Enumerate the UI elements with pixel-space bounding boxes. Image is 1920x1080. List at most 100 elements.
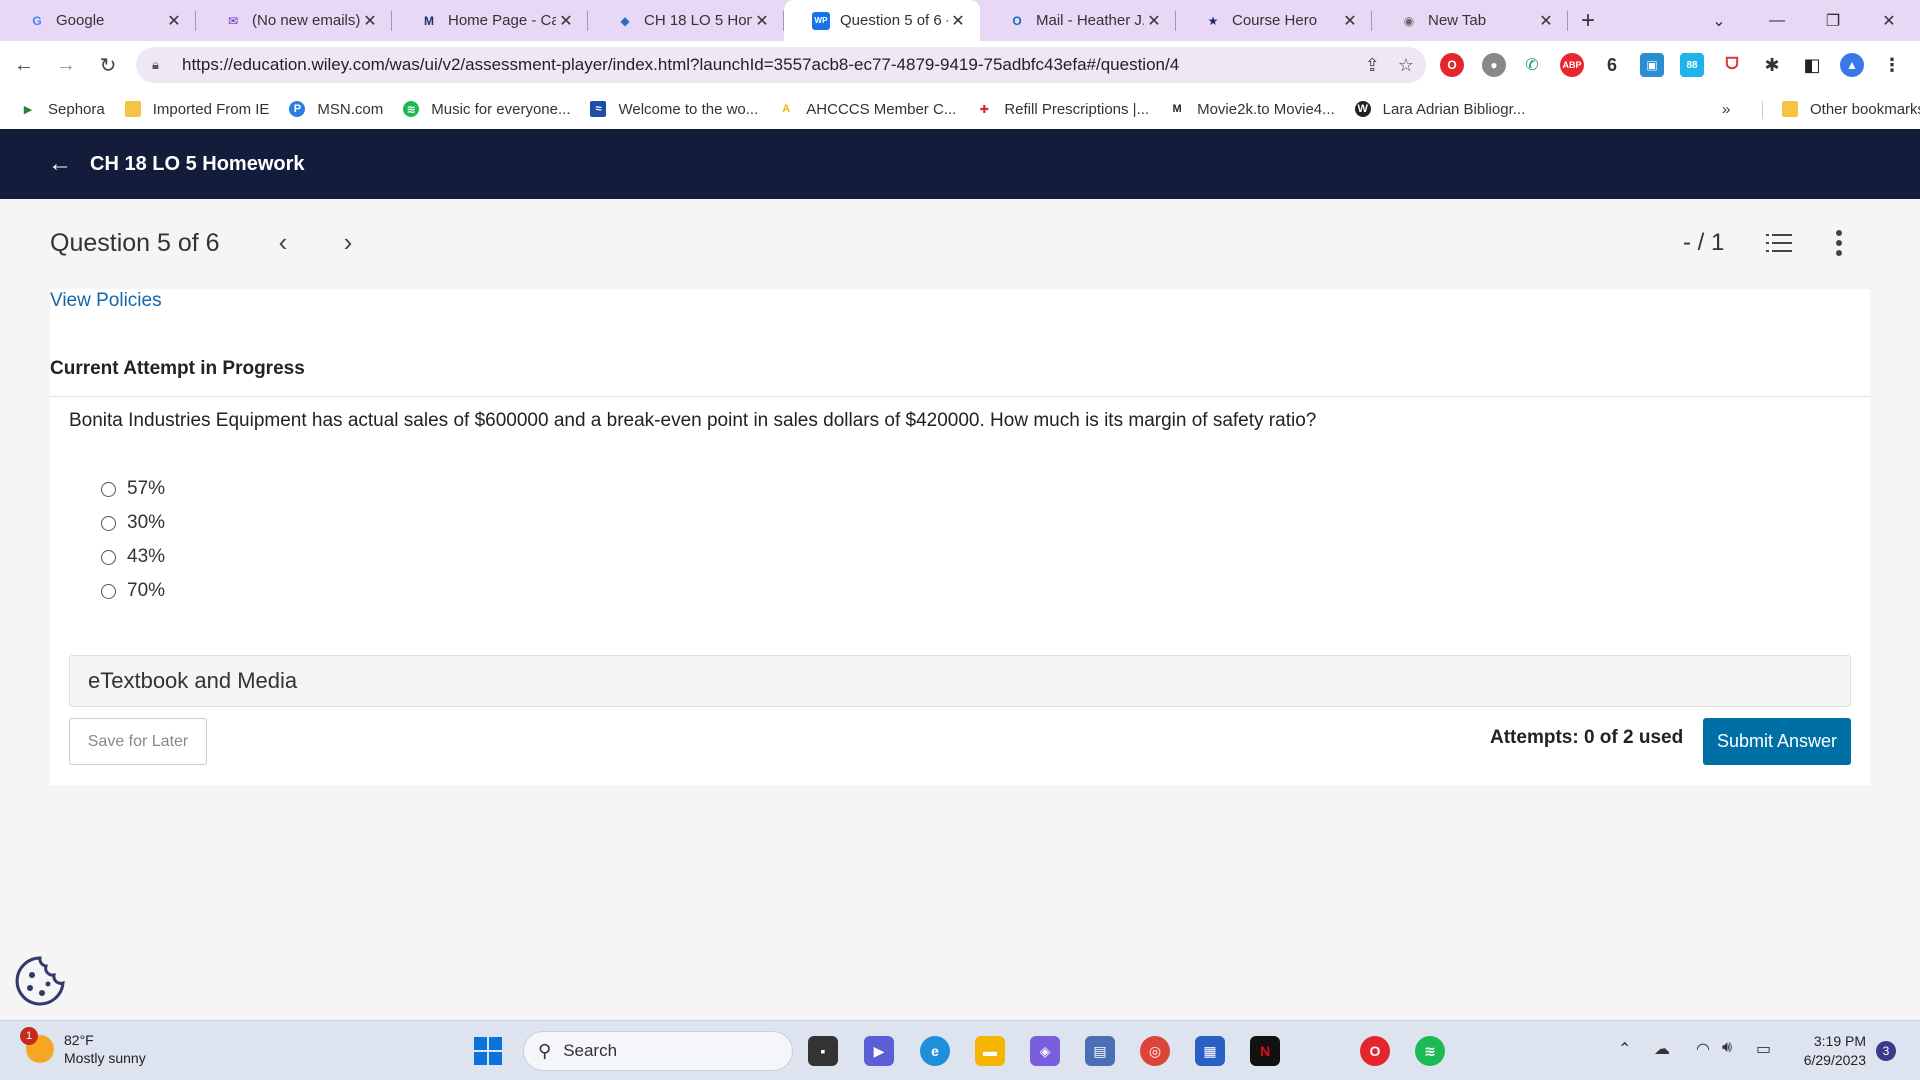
- clock-date: 6/29/2023: [1803, 1052, 1866, 1068]
- phone-extension-icon[interactable]: ✆: [1520, 53, 1544, 77]
- windows-start-icon[interactable]: [474, 1037, 502, 1065]
- file-explorer-icon[interactable]: ▬: [975, 1036, 1005, 1066]
- tab-search-icon[interactable]: ⌄: [1694, 0, 1744, 41]
- restore-button[interactable]: ❐: [1808, 0, 1858, 41]
- pocket-extension-icon[interactable]: ᗜ: [1720, 53, 1744, 77]
- bookmark-item[interactable]: ✚ Refill Prescriptions |...: [976, 101, 1149, 118]
- answer-option[interactable]: 30%: [101, 512, 165, 534]
- battery-icon[interactable]: ▭: [1756, 1039, 1771, 1059]
- edge-icon[interactable]: e: [920, 1036, 950, 1066]
- browser-tab[interactable]: ◆ CH 18 LO 5 Home✕: [588, 0, 784, 41]
- chrome-icon[interactable]: ◎: [1140, 1036, 1170, 1066]
- side-panel-icon[interactable]: ◧: [1800, 53, 1824, 77]
- pharmacy-icon: ✚: [979, 103, 989, 116]
- notification-badge[interactable]: 3: [1876, 1041, 1896, 1061]
- opera-icon[interactable]: O: [1360, 1036, 1390, 1066]
- submit-answer-button[interactable]: Submit Answer: [1703, 718, 1851, 765]
- tab-title: New Tab: [1428, 12, 1487, 29]
- answer-option[interactable]: 57%: [101, 478, 165, 500]
- question-list-icon[interactable]: [1766, 232, 1792, 254]
- bookmark-star-icon[interactable]: ☆: [1398, 55, 1414, 76]
- bookmark-item[interactable]: P MSN.com: [289, 101, 383, 118]
- system-clock[interactable]: 3:19 PM 6/29/2023: [1790, 1032, 1866, 1070]
- weather-widget[interactable]: 1 82°F Mostly sunny: [20, 1027, 146, 1067]
- previous-question-icon[interactable]: ‹: [268, 227, 298, 258]
- grid-extension-icon[interactable]: 88: [1680, 53, 1704, 77]
- answer-option[interactable]: 43%: [101, 546, 165, 568]
- printer-icon[interactable]: ▤: [1085, 1036, 1115, 1066]
- other-bookmarks[interactable]: Other bookmarks: [1782, 101, 1920, 118]
- new-tab-button[interactable]: +: [1568, 0, 1608, 41]
- bookmark-item[interactable]: ≈ Welcome to the wo...: [590, 101, 758, 118]
- radio-button[interactable]: [101, 515, 116, 531]
- ahcccs-icon: A: [782, 103, 791, 115]
- close-tab-icon[interactable]: ✕: [1340, 11, 1360, 31]
- radio-button[interactable]: [101, 481, 116, 497]
- minimize-button[interactable]: —: [1752, 0, 1802, 41]
- forward-arrow-icon[interactable]: →: [48, 47, 84, 83]
- close-tab-icon[interactable]: ✕: [1536, 11, 1556, 31]
- spotify-icon[interactable]: ≋: [1415, 1036, 1445, 1066]
- close-tab-icon[interactable]: ✕: [164, 11, 184, 31]
- wifi-icon[interactable]: ◠: [1696, 1039, 1710, 1059]
- browser-tab[interactable]: M Home Page - Can✕: [392, 0, 588, 41]
- globe-icon: ◉: [1403, 13, 1415, 28]
- more-options-icon[interactable]: [1835, 230, 1843, 256]
- windows-taskbar: 1 82°F Mostly sunny ⚲ Search ▪ ▶ e ▬ ◈ ▤…: [0, 1020, 1920, 1080]
- bookmark-item[interactable]: W Lara Adrian Bibliogr...: [1354, 101, 1525, 118]
- etextbook-media-section[interactable]: eTextbook and Media: [69, 655, 1851, 707]
- back-arrow-icon[interactable]: ←: [6, 47, 42, 83]
- tray-overflow-icon[interactable]: ⌃: [1618, 1039, 1631, 1059]
- save-for-later-button[interactable]: Save for Later: [69, 718, 207, 765]
- store-icon[interactable]: ▦: [1195, 1036, 1225, 1066]
- chrome-menu-icon[interactable]: ⋮: [1880, 53, 1904, 77]
- close-tab-icon[interactable]: ✕: [556, 11, 576, 31]
- next-question-icon[interactable]: ›: [333, 227, 363, 258]
- back-arrow-icon[interactable]: ←: [48, 150, 74, 178]
- attempt-status: Current Attempt in Progress: [50, 358, 305, 379]
- share-icon[interactable]: ⇪: [1365, 55, 1380, 76]
- task-view-icon[interactable]: ▪: [808, 1036, 838, 1066]
- bookmarks-overflow-icon[interactable]: »: [1722, 101, 1730, 118]
- radio-button[interactable]: [101, 549, 116, 565]
- view-policies-link[interactable]: View Policies: [50, 290, 162, 312]
- reload-icon[interactable]: ↻: [90, 47, 126, 83]
- onedrive-icon[interactable]: ☁: [1654, 1039, 1670, 1059]
- question-text: Bonita Industries Equipment has actual s…: [69, 410, 1317, 431]
- bookmark-item[interactable]: ▶ Sephora: [20, 101, 105, 118]
- profile-avatar[interactable]: ▲: [1840, 53, 1864, 77]
- close-tab-icon[interactable]: ✕: [752, 11, 772, 31]
- browser-tab[interactable]: G Google ✕: [0, 0, 196, 41]
- copilot-icon[interactable]: ◈: [1030, 1036, 1060, 1066]
- browser-tab[interactable]: ◉ New Tab ✕: [1372, 0, 1568, 41]
- opera-extension-icon[interactable]: O: [1440, 53, 1464, 77]
- grammarly-extension-icon[interactable]: ●: [1482, 53, 1506, 77]
- bookmark-item[interactable]: Imported From IE: [124, 101, 269, 118]
- cookie-settings-icon[interactable]: [14, 955, 66, 1007]
- volume-icon[interactable]: 🔊︎: [1722, 1039, 1732, 1057]
- bookmark-item[interactable]: A AHCCCS Member C...: [778, 101, 956, 118]
- close-tab-icon[interactable]: ✕: [948, 11, 968, 31]
- teams-chat-icon[interactable]: ▶: [864, 1036, 894, 1066]
- bookmark-item[interactable]: ≋ Music for everyone...: [403, 101, 570, 118]
- radio-button[interactable]: [101, 583, 116, 599]
- extensions-puzzle-icon[interactable]: ✱: [1760, 53, 1784, 77]
- screen-extension-icon[interactable]: ▣: [1640, 53, 1664, 77]
- browser-tab[interactable]: ✉ (No new emails) - ✕: [196, 0, 392, 41]
- browser-tab[interactable]: WP Question 5 of 6 - ✕: [784, 0, 980, 41]
- weather-description: Mostly sunny: [64, 1050, 146, 1066]
- close-tab-icon[interactable]: ✕: [1144, 11, 1164, 31]
- close-tab-icon[interactable]: ✕: [360, 11, 380, 31]
- bookmark-item[interactable]: M Movie2k.to Movie4...: [1169, 101, 1335, 118]
- outlook-icon: O: [1012, 13, 1022, 28]
- address-bar[interactable]: 🔒︎ https://education.wiley.com/was/ui/v2…: [136, 47, 1426, 83]
- taskbar-search[interactable]: ⚲ Search: [523, 1031, 793, 1071]
- answer-option[interactable]: 70%: [101, 580, 165, 602]
- netflix-icon[interactable]: N: [1250, 1036, 1280, 1066]
- browser-tab[interactable]: O Mail - Heather J. ✕: [980, 0, 1176, 41]
- browser-tab[interactable]: ★ Course Hero ✕: [1176, 0, 1372, 41]
- close-window-button[interactable]: ✕: [1864, 0, 1914, 41]
- adblock-extension-icon[interactable]: ABP: [1560, 53, 1584, 77]
- six-extension-icon[interactable]: 6: [1600, 53, 1624, 77]
- wiley-icon: ◆: [620, 13, 630, 28]
